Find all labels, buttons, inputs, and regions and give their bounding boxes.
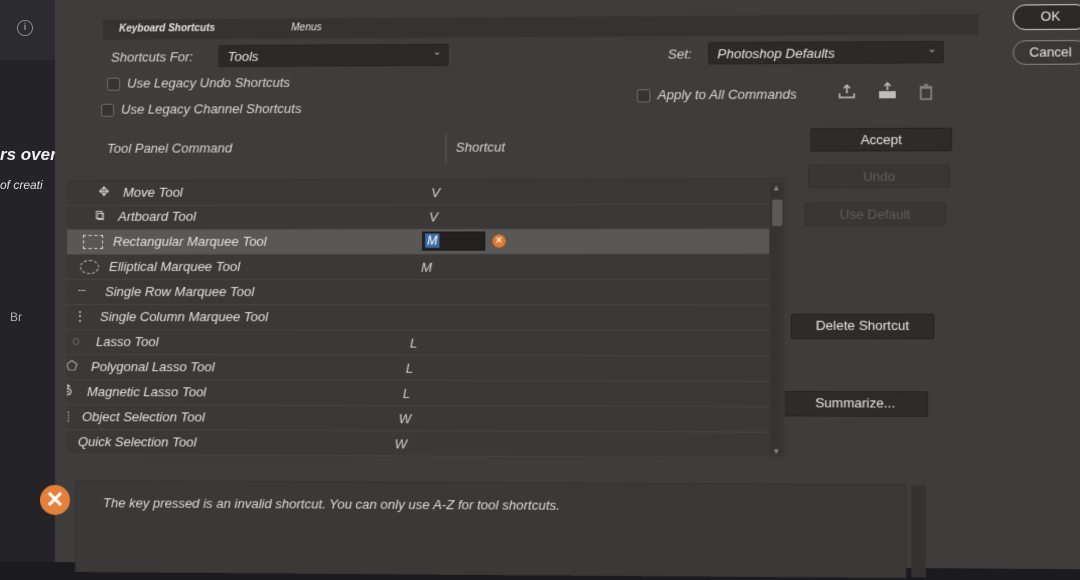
scroll-up-icon[interactable]: ▲ <box>772 183 780 192</box>
message-scrollbar[interactable] <box>911 485 926 577</box>
new-set-icon[interactable] <box>877 82 898 105</box>
move-icon: ✥ <box>95 184 113 200</box>
tool-name: Object Selection Tool <box>82 409 205 424</box>
tool-name: Quick Selection Tool <box>78 434 196 450</box>
object-selection-icon: ⬚ <box>67 408 73 424</box>
use-default-button[interactable]: Use Default <box>804 202 946 226</box>
legacy-channel-label: Use Legacy Channel Shortcuts <box>121 101 302 117</box>
shortcuts-for-value: Tools <box>228 49 259 64</box>
shortcuts-for-select[interactable]: Tools ⌄ <box>219 44 449 67</box>
background-subtext: of creati <box>0 178 43 192</box>
apply-all-label: Apply to All Commands <box>658 86 797 102</box>
tool-shortcut: L <box>410 335 417 350</box>
tool-name: Rectangular Marquee Tool <box>113 234 267 249</box>
table-row[interactable]: ✥ Move Tool V <box>67 179 769 206</box>
tool-name: Single Row Marquee Tool <box>105 284 254 299</box>
tab-keyboard-shortcuts[interactable]: Keyboard Shortcuts <box>119 23 215 35</box>
shortcuts-for-label: Shortcuts For: <box>111 49 193 64</box>
shortcut-edit-value: M <box>425 234 439 248</box>
keyboard-shortcuts-dialog: Keyboard Shortcuts Menus Shortcuts For: … <box>55 0 1080 569</box>
table-row[interactable]: ⧉ Artboard Tool V <box>67 204 769 230</box>
ellipse-marquee-icon <box>80 260 99 274</box>
legacy-undo-checkbox[interactable] <box>107 78 120 91</box>
chevron-down-icon: ⌄ <box>433 47 442 58</box>
column-marquee-icon: ⋮ <box>71 308 89 324</box>
message-area: ✕ The key pressed is an invalid shortcut… <box>75 480 906 578</box>
set-select[interactable]: Photoshop Defaults ⌄ <box>708 41 944 65</box>
tool-shortcut: L <box>403 386 410 401</box>
list-scrollbar[interactable]: ▲ ▼ <box>770 183 783 456</box>
tool-shortcut: V <box>431 185 440 200</box>
table-row[interactable]: ⋮ Single Column Marquee Tool <box>67 305 769 331</box>
tool-name: Artboard Tool <box>118 209 196 224</box>
column-divider <box>446 134 447 164</box>
rect-marquee-icon <box>83 235 103 249</box>
magnetic-lasso-icon: ⛢ <box>67 383 77 399</box>
polygonal-lasso-icon: ⬠ <box>67 358 81 374</box>
tool-shortcut: W <box>395 436 407 451</box>
artboard-icon: ⧉ <box>91 208 109 224</box>
set-value: Photoshop Defaults <box>717 46 835 62</box>
delete-set-icon[interactable] <box>919 84 934 105</box>
tool-shortcut: M <box>421 260 432 275</box>
tool-name: Single Column Marquee Tool <box>100 309 268 324</box>
scrollbar-thumb[interactable] <box>772 200 782 226</box>
tool-command-list: ✥ Move Tool V ⧉ Artboard Tool V Rectangu… <box>67 178 785 459</box>
apply-all-checkbox[interactable] <box>637 89 650 102</box>
column-header-command: Tool Panel Command <box>107 133 445 172</box>
quick-selection-icon: ✎ <box>67 433 69 449</box>
info-icon[interactable]: i <box>17 20 33 36</box>
accept-button[interactable]: Accept <box>811 128 953 152</box>
tool-shortcut: V <box>429 209 438 224</box>
tab-menus[interactable]: Menus <box>291 22 321 33</box>
tool-name: Lasso Tool <box>96 334 159 349</box>
table-row-selected[interactable]: Rectangular Marquee Tool M × <box>67 229 769 255</box>
tool-name: Elliptical Marquee Tool <box>109 259 240 274</box>
cancel-button[interactable]: Cancel <box>1013 40 1080 65</box>
summarize-button[interactable]: Summarize... <box>783 391 929 417</box>
tab-bar: Keyboard Shortcuts Menus <box>103 14 978 40</box>
set-label: Set: <box>668 46 692 61</box>
table-row[interactable]: ✎ Quick Selection Tool W <box>67 430 769 458</box>
background-sidetext: Br <box>10 310 22 324</box>
table-row[interactable]: ◌ Lasso Tool L <box>67 330 769 356</box>
table-row[interactable]: ┄ Single Row Marquee Tool <box>67 280 769 305</box>
tool-name: Polygonal Lasso Tool <box>91 359 215 374</box>
delete-shortcut-button[interactable]: Delete Shortcut <box>791 314 935 340</box>
row-marquee-icon: ┄ <box>73 283 91 299</box>
undo-button[interactable]: Undo <box>808 164 950 188</box>
error-icon: ✕ <box>40 485 70 515</box>
table-row[interactable]: ⛢ Magnetic Lasso Tool L <box>67 380 769 407</box>
chevron-down-icon: ⌄ <box>928 44 937 55</box>
legacy-undo-label: Use Legacy Undo Shortcuts <box>127 75 290 91</box>
ok-button[interactable]: OK <box>1013 4 1080 30</box>
table-row[interactable]: ⬚ Object Selection Tool W <box>67 405 769 433</box>
legacy-channel-checkbox[interactable] <box>101 104 114 117</box>
tool-name: Magnetic Lasso Tool <box>87 384 206 399</box>
tool-shortcut: L <box>406 361 413 376</box>
scroll-down-icon[interactable]: ▼ <box>772 447 780 456</box>
error-message: The key pressed is an invalid shortcut. … <box>103 495 560 513</box>
table-row[interactable]: Elliptical Marquee Tool M <box>67 255 769 280</box>
shortcut-edit-field[interactable]: M <box>422 231 485 250</box>
lasso-icon: ◌ <box>67 333 85 349</box>
clear-shortcut-icon[interactable]: × <box>492 234 505 247</box>
tool-shortcut: W <box>399 411 411 426</box>
tool-name: Move Tool <box>123 185 183 200</box>
column-header-shortcut: Shortcut <box>456 131 795 171</box>
save-set-icon[interactable] <box>838 83 857 103</box>
background-heading: rs over <box>0 145 57 165</box>
table-row[interactable]: ⬠ Polygonal Lasso Tool L <box>67 355 769 382</box>
